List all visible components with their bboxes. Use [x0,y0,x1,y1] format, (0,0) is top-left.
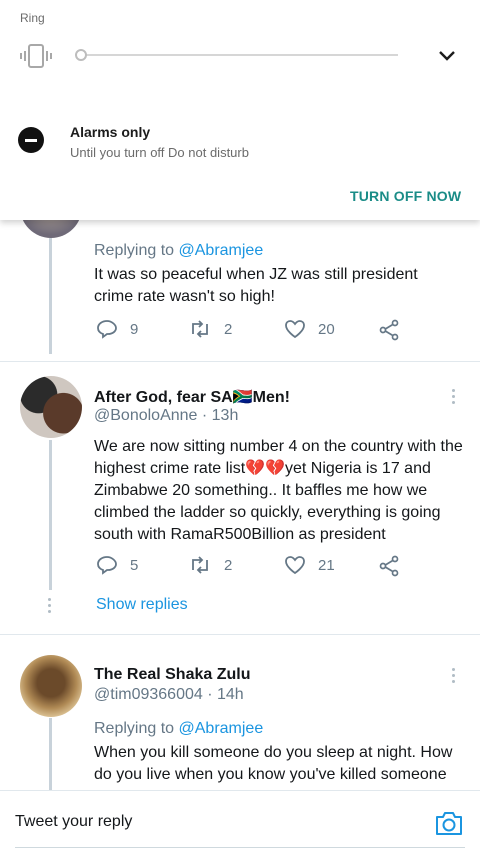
reply-icon [97,556,117,575]
reply-icon [97,320,117,339]
share-button[interactable] [378,555,412,577]
user-handle: @BonoloAnne · 13h [94,407,239,424]
avatar[interactable] [20,376,82,438]
tweet-divider [0,634,480,635]
reply-input-underline [15,847,465,848]
turn-off-now-button[interactable]: TURN OFF NOW [350,188,461,204]
share-button[interactable] [378,319,412,341]
vibrate-icon[interactable] [19,43,53,69]
tweet-text: It was so peaceful when JZ was still pre… [94,266,418,305]
tweet-divider [0,361,480,362]
dnd-title: Alarms only [70,124,151,140]
slider-thumb[interactable] [75,49,87,61]
avatar[interactable] [20,655,82,717]
notification-shade: Ring Alarms only Until you turn off Do n… [0,0,480,220]
reply-bar: Tweet your reply [0,790,480,855]
user-name[interactable]: After God, fear SA🇿🇦Men! [94,387,290,407]
camera-icon[interactable] [434,809,464,837]
thread-ellipsis [48,598,52,613]
show-replies-link[interactable]: Show replies [96,596,188,614]
thread-line [49,718,52,790]
tweet-text: We are now sitting number 4 on the count… [94,438,463,543]
heart-icon [285,556,305,575]
more-options-icon[interactable] [452,668,456,686]
like-button[interactable]: 21 [284,555,335,575]
dnd-subtitle: Until you turn off Do not disturb [70,145,249,160]
share-icon [379,319,399,341]
user-name[interactable]: The Real Shaka Zulu [94,666,250,684]
like-button[interactable]: 20 [284,319,335,339]
retweet-button[interactable]: 2 [188,555,232,575]
mention-link[interactable]: @Abramjee [179,242,264,259]
thread-line [49,238,52,354]
share-icon [379,555,399,577]
ring-volume-slider[interactable] [80,54,398,56]
retweet-icon [192,556,208,574]
user-handle: @tim09366004 · 14h [94,686,244,703]
mention-link[interactable]: @Abramjee [179,720,264,737]
chevron-down-icon[interactable] [438,50,456,62]
more-options-icon[interactable] [452,389,456,407]
replying-to: Replying to @Abramjee [94,720,264,737]
retweet-button[interactable]: 2 [188,319,232,339]
do-not-disturb-icon [18,127,44,153]
reply-button[interactable]: 9 [96,319,138,339]
reply-button[interactable]: 5 [96,555,138,575]
thread-line [49,440,52,590]
reply-input[interactable]: Tweet your reply [15,813,132,831]
retweet-icon [192,320,208,338]
ring-label: Ring [20,11,45,25]
heart-icon [285,320,305,339]
replying-to: Replying to @Abramjee [94,242,264,259]
tweet-text: When you kill someone do you sleep at ni… [94,744,453,783]
